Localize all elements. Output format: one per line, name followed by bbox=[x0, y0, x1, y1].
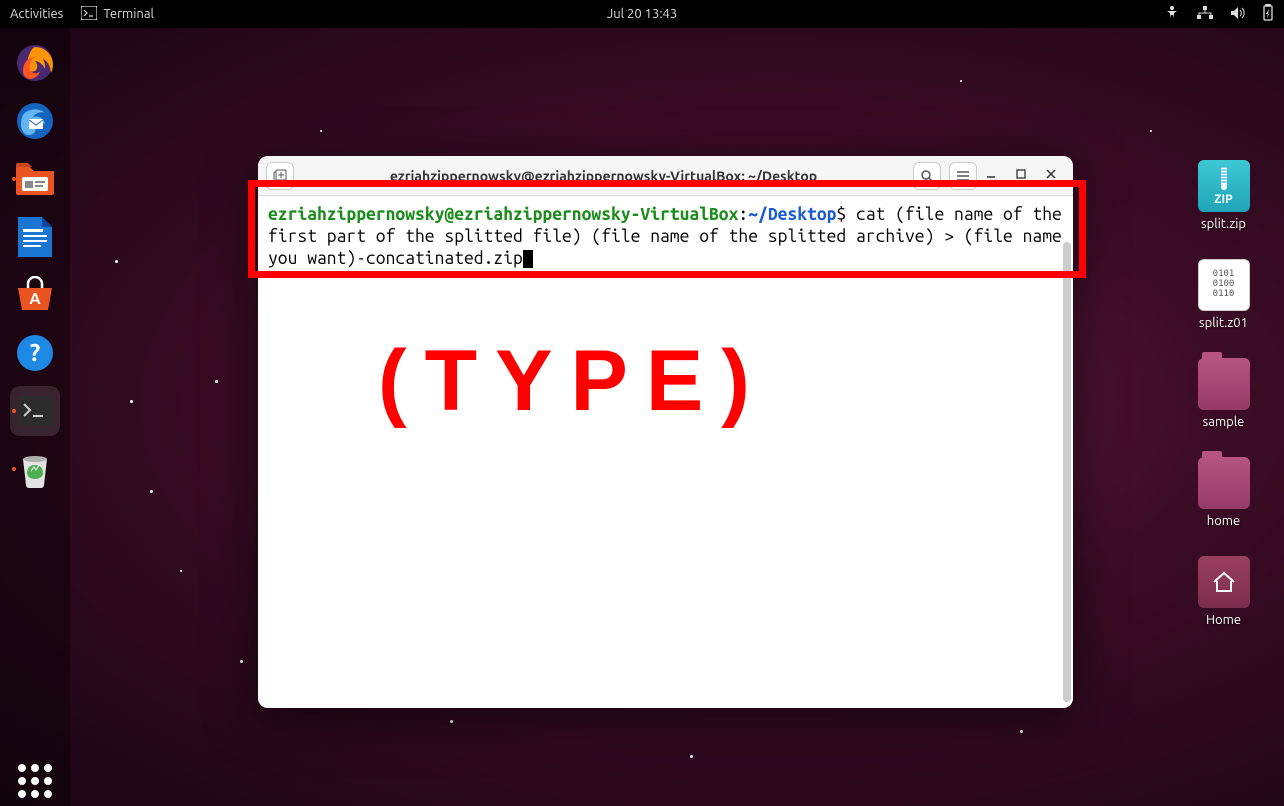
clock[interactable]: Jul 20 13:43 bbox=[607, 7, 677, 21]
titlebar[interactable]: ezriahzippernowsky@ezriahzippernowsky-Vi… bbox=[258, 156, 1073, 196]
desktop-icon-label: split.zip bbox=[1201, 217, 1246, 231]
folder-icon bbox=[1198, 457, 1250, 509]
desktop-icon-label: split.z01 bbox=[1199, 316, 1248, 330]
terminal-window: ezriahzippernowsky@ezriahzippernowsky-Vi… bbox=[258, 156, 1073, 708]
minimize-button[interactable] bbox=[985, 168, 997, 183]
sample-folder[interactable]: sample bbox=[1198, 358, 1250, 429]
thunderbird-icon[interactable] bbox=[10, 96, 60, 146]
svg-text:?: ? bbox=[30, 339, 41, 366]
folder-icon bbox=[1198, 358, 1250, 410]
scrollbar[interactable] bbox=[1063, 242, 1071, 702]
volume-icon[interactable] bbox=[1230, 6, 1246, 23]
network-icon[interactable] bbox=[1196, 6, 1214, 23]
firefox-icon[interactable] bbox=[10, 38, 60, 88]
activities-button[interactable]: Activities bbox=[10, 7, 63, 21]
svg-text:A: A bbox=[29, 290, 41, 308]
terminal-icon bbox=[81, 6, 97, 23]
show-applications-button[interactable] bbox=[10, 756, 60, 806]
libreoffice-writer-icon[interactable] bbox=[10, 212, 60, 262]
topbar: Activities Terminal Jul 20 13:43 bbox=[0, 0, 1284, 28]
hamburger-menu-button[interactable] bbox=[949, 162, 977, 190]
desktop-icons: ZIP split.zip 0101 0100 0110 split.z01 s… bbox=[1181, 160, 1266, 627]
accessibility-icon[interactable] bbox=[1164, 5, 1180, 24]
app-indicator-label: Terminal bbox=[103, 7, 154, 21]
running-indicator bbox=[12, 177, 16, 181]
app-indicator[interactable]: Terminal bbox=[81, 6, 154, 23]
prompt-path: ~/Desktop bbox=[748, 205, 836, 224]
ubuntu-software-icon[interactable]: A bbox=[10, 270, 60, 320]
terminal-body[interactable]: ezriahzippernowsky@ezriahzippernowsky-Vi… bbox=[258, 196, 1073, 708]
files-icon[interactable] bbox=[10, 154, 60, 204]
zip-icon: ZIP bbox=[1198, 160, 1250, 212]
desktop-icon-label: home bbox=[1207, 514, 1240, 528]
running-indicator bbox=[12, 467, 16, 471]
running-indicator bbox=[12, 409, 16, 413]
desktop-icon-label: sample bbox=[1203, 415, 1245, 429]
close-button[interactable] bbox=[1045, 168, 1057, 183]
window-title: ezriahzippernowsky@ezriahzippernowsky-Vi… bbox=[302, 168, 905, 184]
home-location[interactable]: Home bbox=[1198, 556, 1250, 627]
terminal-app-icon[interactable] bbox=[10, 386, 60, 436]
maximize-button[interactable] bbox=[1015, 168, 1027, 183]
split-z01[interactable]: 0101 0100 0110 split.z01 bbox=[1198, 259, 1250, 330]
prompt-userhost: ezriahzippernowsky@ezriahzippernowsky-Vi… bbox=[268, 205, 738, 224]
text-cursor bbox=[523, 250, 533, 268]
battery-icon[interactable] bbox=[1262, 4, 1274, 25]
binary-file-icon: 0101 0100 0110 bbox=[1198, 259, 1250, 311]
trash-icon[interactable] bbox=[10, 444, 60, 494]
help-icon[interactable]: ? bbox=[10, 328, 60, 378]
new-tab-button[interactable] bbox=[266, 162, 294, 190]
dock: A ? bbox=[0, 28, 70, 806]
home-folder[interactable]: home bbox=[1198, 457, 1250, 528]
desktop-icon-label: Home bbox=[1206, 613, 1241, 627]
split-zip[interactable]: ZIP split.zip bbox=[1198, 160, 1250, 231]
search-button[interactable] bbox=[913, 162, 941, 190]
home-icon bbox=[1198, 556, 1250, 608]
